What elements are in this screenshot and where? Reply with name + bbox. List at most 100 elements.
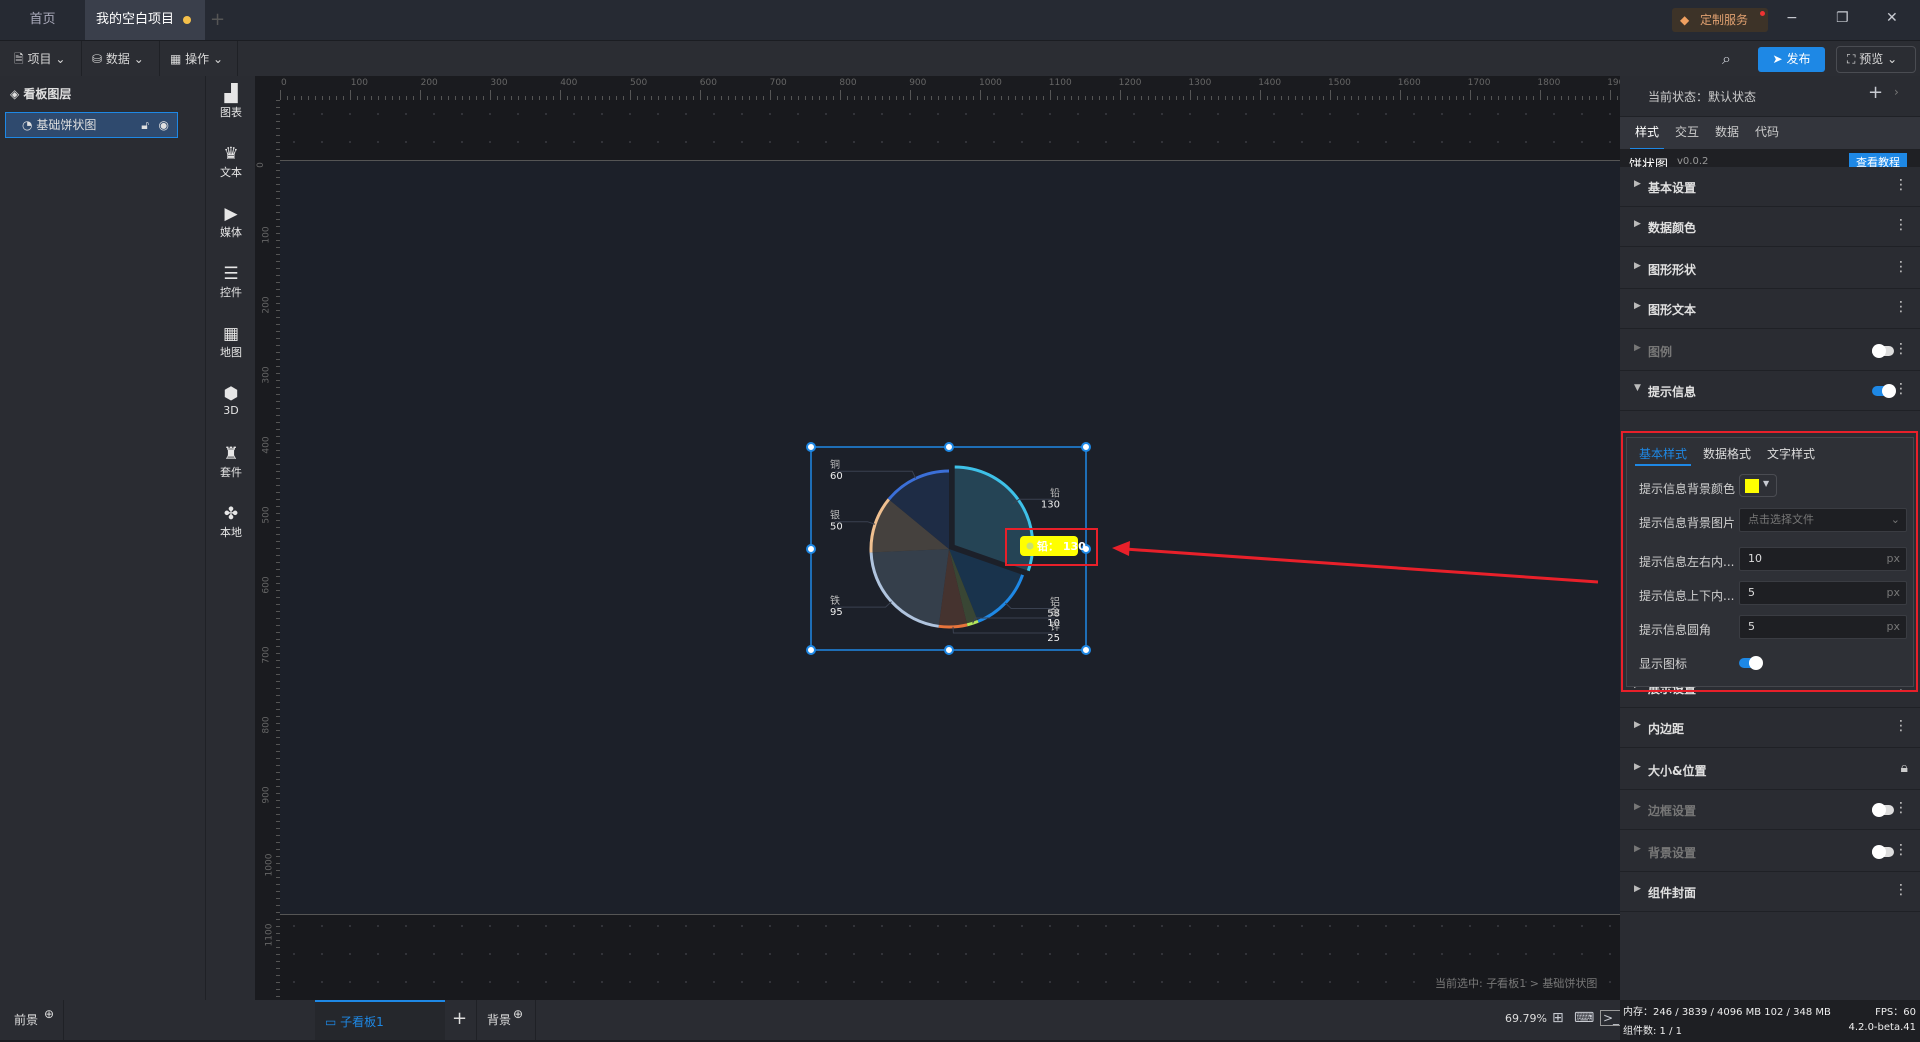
caret-right-icon: ▶ (1634, 802, 1641, 812)
tooltip-subtab[interactable]: 文字样式 (1763, 444, 1819, 466)
caret-right-icon: ▶ (1634, 844, 1641, 854)
property-tab[interactable]: 交互 (1670, 117, 1704, 150)
section-header[interactable]: ▶ 背景设置 ⋮ (1620, 832, 1920, 872)
bg-color-picker[interactable]: ▼ (1739, 474, 1777, 497)
pie-label-name: 铅 (1050, 486, 1060, 499)
section-header[interactable]: ▶ 图形文本 ⋮ (1620, 289, 1920, 329)
pie-label-value: 50 (830, 522, 843, 533)
component-version: v0.0.2 (1677, 156, 1709, 167)
more-icon[interactable]: ⋮ (1894, 882, 1908, 898)
more-icon[interactable]: ⋮ (1894, 177, 1908, 193)
add-circle-icon[interactable]: ⊕ (513, 994, 523, 1034)
section-toggle[interactable] (1872, 845, 1894, 859)
section-header[interactable]: ▶ 基本设置 ⋮ (1620, 167, 1920, 207)
chevron-down-icon: ⌄ (1890, 513, 1900, 526)
show-icon-label: 显示图标 (1639, 657, 1688, 671)
component-count: 组件数: 1 / 1 (1623, 1026, 1682, 1037)
resize-handle[interactable] (806, 544, 816, 554)
system-info: 内存：246 / 3839 / 4096 MB 102 / 348 MB FPS… (1620, 1000, 1920, 1040)
foreground-tab[interactable]: 前景 ⊕ (0, 1000, 64, 1040)
radius-input[interactable]: 5 px (1739, 615, 1907, 639)
section-header[interactable]: ▼ 提示信息 ⋮ (1620, 371, 1920, 411)
lock-icon[interactable]: 🔒︎ (1901, 760, 1908, 776)
more-icon[interactable]: ⋮ (1894, 217, 1908, 233)
section-title: 背景设置 (1648, 846, 1697, 860)
resize-handle[interactable] (944, 645, 954, 655)
section-title: 图形形状 (1648, 263, 1697, 277)
more-icon[interactable]: ⋮ (1894, 718, 1908, 734)
section-header[interactable]: ▶ 大小&位置 🔒︎ (1620, 750, 1920, 790)
terminal-icon[interactable]: >_ (1600, 1010, 1623, 1026)
chevron-right-icon[interactable]: › (1894, 85, 1899, 99)
more-icon[interactable]: ⋮ (1894, 299, 1908, 315)
annotation-arrow (1124, 547, 1599, 584)
resize-handle[interactable] (1081, 442, 1091, 452)
pad-lr-input[interactable]: 10 px (1739, 547, 1907, 571)
resize-handle[interactable] (944, 442, 954, 452)
property-tab[interactable]: 代码 (1750, 117, 1784, 150)
unit-label: px (1886, 620, 1901, 633)
bg-color-label: 提示信息背景颜色 (1639, 482, 1736, 496)
current-state: 当前状态：默认状态 (1648, 90, 1757, 104)
caret-right-icon: ▶ (1634, 720, 1641, 730)
board-tab[interactable]: ▭ 子看板1 (315, 1000, 445, 1040)
resize-handle[interactable] (806, 645, 816, 655)
caret-right-icon: ▶ (1634, 343, 1641, 353)
section-title: 提示信息 (1648, 385, 1697, 399)
section-title: 数据颜色 (1648, 221, 1697, 235)
unit-label: px (1886, 586, 1901, 599)
resize-handle[interactable] (1081, 645, 1091, 655)
pie-label-name: 铜 (830, 459, 840, 471)
tooltip-toggle[interactable] (1872, 384, 1896, 398)
section-title: 图例 (1648, 345, 1673, 359)
resize-handle[interactable] (806, 442, 816, 452)
tooltip-subtab[interactable]: 基本样式 (1635, 444, 1691, 466)
caret-right-icon: ▶ (1634, 179, 1641, 189)
more-icon[interactable]: ⋮ (1894, 259, 1908, 275)
pad-tb-value: 5 (1748, 586, 1755, 599)
legend-toggle[interactable] (1872, 344, 1894, 358)
section-header[interactable]: ▶ 组件封面 ⋮ (1620, 872, 1920, 912)
front-label: 前景 (14, 1013, 39, 1027)
more-icon[interactable]: ⋮ (1894, 842, 1908, 858)
section-header[interactable]: ▶ 图例 ⋮ (1620, 331, 1920, 371)
zoom-level: 69.79% (1505, 1012, 1547, 1025)
memory-info: 内存：246 / 3839 / 4096 MB 102 / 348 MB (1623, 1007, 1831, 1018)
caret-down-icon: ▼ (1763, 479, 1770, 488)
property-tab[interactable]: 样式 (1630, 117, 1664, 150)
pie-label-name: 锌 (1050, 620, 1060, 633)
pie-label-name: 银 (830, 509, 840, 522)
more-icon[interactable]: ⋮ (1894, 341, 1908, 357)
pie-label-name: 铁 (830, 594, 840, 607)
keyboard-icon[interactable]: ⌨ (1574, 1010, 1594, 1026)
tooltip-settings-highlight: 基本样式 数据格式 文字样式 提示信息背景颜色 ▼ 提示信息背景图片 点击选择文件 ⌄… (1621, 431, 1918, 692)
label-line (952, 626, 1055, 634)
section-header[interactable]: ▶ 图形形状 ⋮ (1620, 249, 1920, 289)
tooltip-subtab[interactable]: 数据格式 (1699, 444, 1755, 466)
add-circle-icon[interactable]: ⊕ (44, 994, 54, 1034)
section-title: 组件封面 (1648, 886, 1697, 900)
section-header[interactable]: ▶ 边框设置 ⋮ (1620, 790, 1920, 830)
background-tab[interactable]: 背景 ⊕ (476, 1000, 536, 1040)
section-toggle[interactable] (1872, 803, 1894, 817)
pie-label-value: 25 (1047, 633, 1060, 644)
pad-lr-label: 提示信息左右内... (1639, 555, 1735, 569)
pad-tb-label: 提示信息上下内... (1639, 589, 1735, 603)
radius-label: 提示信息圆角 (1639, 623, 1712, 637)
section-header[interactable]: ▶ 内边距 ⋮ (1620, 708, 1920, 748)
board-label: 子看板1 (340, 1015, 384, 1029)
pad-tb-input[interactable]: 5 px (1739, 581, 1907, 605)
label-line (835, 470, 917, 479)
add-state-button[interactable]: + (1868, 82, 1883, 103)
bg-image-select[interactable]: 点击选择文件 ⌄ (1739, 508, 1907, 532)
fit-screen-icon[interactable]: ⊞ (1552, 1010, 1564, 1026)
add-board-button[interactable]: + (452, 1008, 467, 1029)
tooltip-text: 铅： 130 (1037, 539, 1086, 553)
more-icon[interactable]: ⋮ (1894, 381, 1908, 397)
more-icon[interactable]: ⋮ (1894, 800, 1908, 816)
section-header[interactable]: ▶ 数据颜色 ⋮ (1620, 207, 1920, 247)
property-tab[interactable]: 数据 (1710, 117, 1744, 150)
show-icon-toggle[interactable] (1739, 656, 1763, 670)
unit-label: px (1886, 552, 1901, 565)
caret-right-icon: ▶ (1634, 219, 1641, 229)
